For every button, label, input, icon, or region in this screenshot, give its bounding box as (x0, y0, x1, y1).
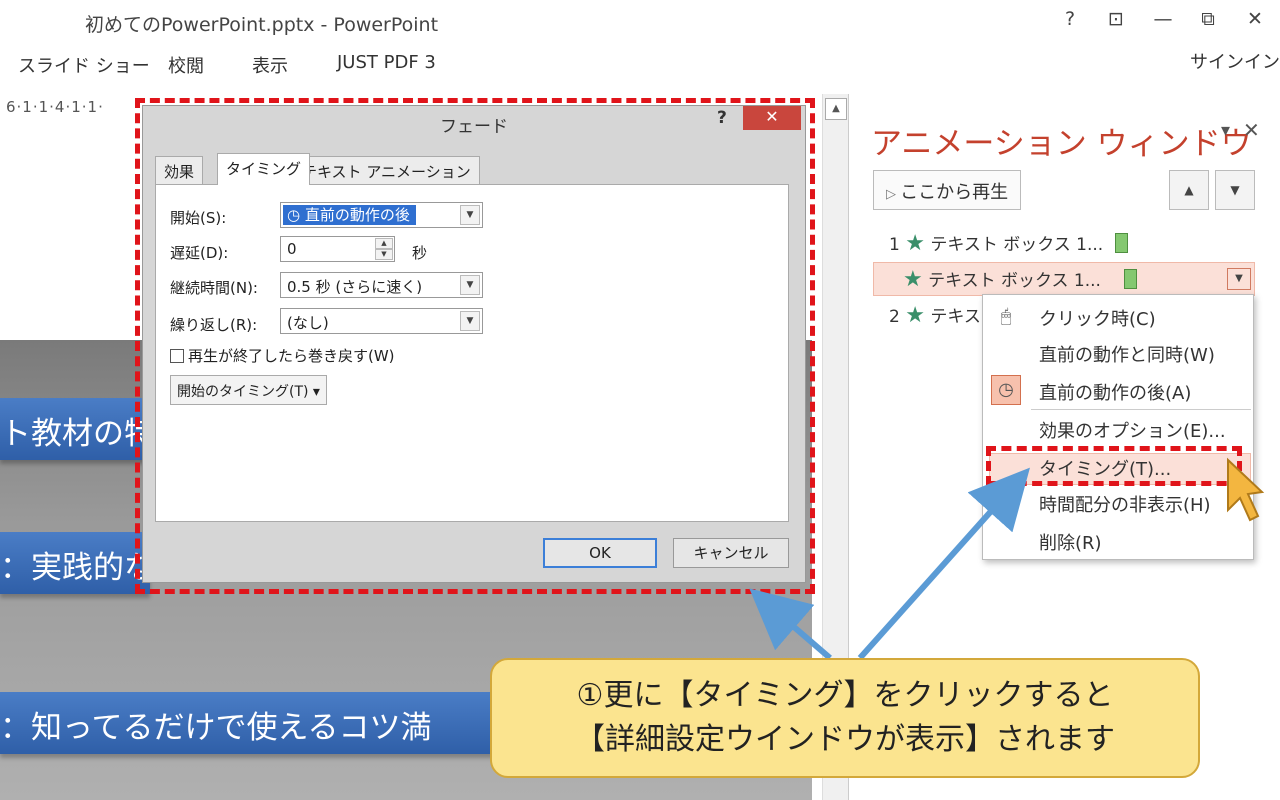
scroll-up-icon[interactable]: ▲ (825, 98, 847, 120)
pane-title: アニメーション ウィンドウ (871, 126, 1252, 162)
item-dropdown-icon[interactable]: ▼ (1227, 268, 1251, 290)
pane-close-icon[interactable]: ✕ (1243, 118, 1260, 142)
play-label: ここから再生 (900, 182, 1009, 203)
star-icon: ★ (903, 267, 923, 292)
timing-bar[interactable] (1124, 269, 1138, 289)
item-label: テキスト ボックス 1... (928, 271, 1101, 291)
item-number: 2 (889, 307, 900, 327)
minimize-button[interactable]: — (1148, 8, 1178, 30)
mouse-icon: 🖱 (1000, 306, 1012, 327)
slide-bar-text: ：実践的な (0, 550, 150, 586)
move-down-button[interactable]: ▼ (1215, 170, 1255, 210)
ruler: 6·1·1·4·1·1· (6, 98, 104, 116)
callout-line-1: ①更に【タイミング】をクリックすると (576, 678, 1114, 713)
pane-menu-icon[interactable]: ▾ (1221, 120, 1230, 141)
timing-bar[interactable] (1114, 233, 1128, 253)
menu-item-remove[interactable]: 削除(R) (1039, 529, 1102, 555)
help-icon[interactable]: ? (1055, 8, 1085, 30)
slide-bar-3[interactable]: ：知ってるだけで使えるコツ満 (0, 692, 500, 754)
play-icon: ▷ (886, 187, 901, 202)
move-up-button[interactable]: ▲ (1169, 170, 1209, 210)
window-title: 初めてのPowerPoint.pptx - PowerPoint (85, 14, 439, 36)
tab-timing[interactable]: タイミング (217, 153, 311, 185)
star-icon: ★ (905, 231, 925, 256)
menu-item-with-previous[interactable]: 直前の動作と同時(W) (1039, 341, 1215, 367)
clock-icon: ◷ (991, 375, 1021, 405)
close-button[interactable]: ✕ (1240, 8, 1270, 30)
tab-just-pdf[interactable]: JUST PDF 3 (337, 52, 436, 73)
maximize-button[interactable]: ⧉ (1193, 8, 1223, 30)
animation-item-2[interactable]: ★ テキスト ボックス 1... (903, 266, 1138, 292)
tab-view[interactable]: 表示 (252, 52, 288, 78)
menu-separator (1031, 409, 1251, 410)
play-from-button[interactable]: ▷ ここから再生 (873, 170, 1021, 210)
animation-item-3[interactable]: 2 ★ テキス (889, 302, 981, 328)
slide-bar-text: ト教材の特 (0, 416, 150, 452)
ribbon-tabs: スライド ショー 校閲 表示 JUST PDF 3 サインイン (0, 44, 1280, 94)
star-icon: ★ (905, 303, 925, 328)
slide-bar-1[interactable]: ト教材の特 (0, 398, 150, 460)
title-bar: 初めてのPowerPoint.pptx - PowerPoint ? ⊡ — ⧉… (0, 0, 1280, 44)
menu-item-after-previous[interactable]: 直前の動作の後(A) (1039, 379, 1191, 405)
callout-line-2: 【詳細設定ウインドウが表示】されます (575, 722, 1115, 757)
item-label: テキス (930, 307, 981, 327)
animation-context-menu: 🖱 クリック時(C) 直前の動作と同時(W) ◷ 直前の動作の後(A) 効果のオ… (982, 294, 1254, 560)
item-label: テキスト ボックス 1... (930, 235, 1104, 255)
slide-bar-text: ：知ってるだけで使えるコツ満 (0, 710, 432, 746)
ribbon-display-icon[interactable]: ⊡ (1101, 8, 1131, 30)
menu-item-on-click[interactable]: クリック時(C) (1039, 305, 1156, 331)
timing-highlight-frame (986, 446, 1242, 486)
menu-item-effect-options[interactable]: 効果のオプション(E)... (1039, 417, 1226, 443)
animation-item-1[interactable]: 1 ★ テキスト ボックス 1... (889, 230, 1128, 256)
instruction-callout: ①更に【タイミング】をクリックすると 【詳細設定ウインドウが表示】されます (490, 658, 1200, 778)
slide-bar-2[interactable]: ：実践的な (0, 532, 150, 594)
powerpoint-window: { "window": { "title": "初めてのPowerPoint.p… (0, 0, 1280, 800)
menu-item-hide-timeline[interactable]: 時間配分の非表示(H) (1039, 491, 1211, 517)
item-number: 1 (889, 235, 900, 255)
sign-in-link[interactable]: サインイン (1190, 48, 1280, 74)
tab-slideshow[interactable]: スライド ショー (18, 52, 150, 78)
tab-review[interactable]: 校閲 (168, 52, 204, 78)
